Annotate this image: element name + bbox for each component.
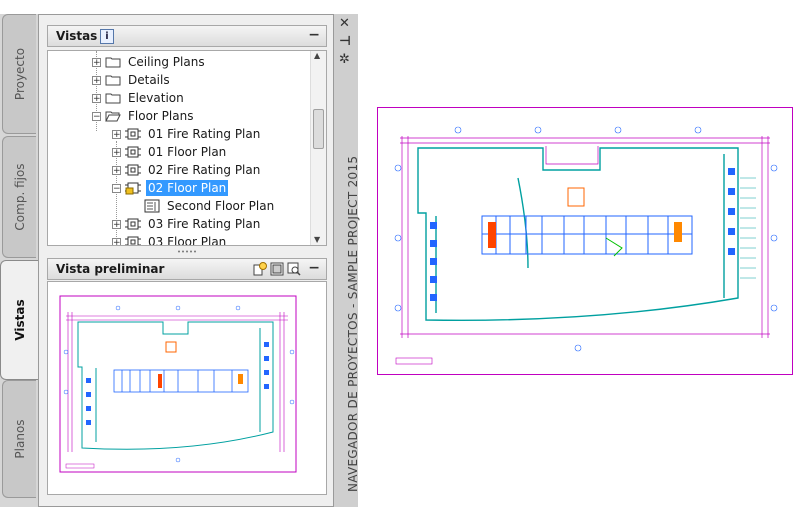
expand-icon[interactable]: + [92, 57, 101, 67]
expand-icon[interactable]: + [112, 237, 121, 245]
tree-node-03-floor-plan[interactable]: + 03 Floor Plan [112, 233, 228, 246]
panel-splitter-handle[interactable] [47, 248, 327, 255]
drawing-sheet[interactable] [377, 107, 793, 375]
tree-node-label: 01 Fire Rating Plan [148, 127, 261, 141]
tree-scrollbar[interactable]: ▲ ▼ [310, 51, 326, 245]
tree-node-02-fire-rating-plan[interactable]: + 02 Fire Rating Plan [112, 161, 262, 179]
collapse-icon[interactable]: − [112, 183, 121, 193]
expand-icon[interactable]: + [112, 219, 121, 229]
tree-node-label-selected: 02 Floor Plan [146, 180, 229, 196]
tab-comp-fijos[interactable]: Comp. fijos [2, 136, 36, 258]
sheet-icon [144, 199, 160, 213]
tab-comp-fijos-label: Comp. fijos [12, 163, 27, 231]
properties-icon[interactable]: ✲ [339, 52, 350, 67]
tree-node-label: Details [128, 73, 170, 87]
view-preview-panel[interactable] [47, 281, 327, 495]
auto-hide-icon[interactable]: ⊣ [339, 34, 351, 49]
tab-planos-label: Planos [12, 419, 27, 459]
views-section-title: Vistas [56, 29, 98, 43]
palette-content: Vistas i − + Ceiling Plans + Details + E [38, 14, 334, 507]
scroll-up-icon[interactable]: ▲ [314, 51, 320, 60]
floor-plan-drawing [394, 126, 778, 365]
folder-icon [105, 57, 121, 68]
tree-node-label: 02 Fire Rating Plan [148, 163, 261, 177]
tab-planos[interactable]: Planos [2, 380, 36, 498]
views-section-header: Vistas i − [47, 25, 327, 47]
close-icon[interactable]: ✕ [339, 16, 350, 31]
preview-zoom-icon[interactable] [287, 262, 301, 276]
floor-plan-view-icon [125, 164, 141, 176]
tab-proyecto-label: Proyecto [12, 47, 27, 101]
info-icon[interactable]: i [100, 29, 114, 44]
views-collapse-button[interactable]: − [308, 27, 320, 43]
tree-node-label: 03 Floor Plan [148, 235, 227, 246]
project-browser-palette: Proyecto Comp. fijos Vistas Planos Vista… [0, 0, 360, 507]
tree-node-03-fire-rating-plan[interactable]: + 03 Fire Rating Plan [112, 215, 262, 233]
expand-icon[interactable]: + [92, 93, 101, 103]
preview-section-title: Vista preliminar [56, 262, 165, 276]
tree-node-ceiling-plans[interactable]: + Ceiling Plans [92, 53, 207, 71]
locked-floor-plan-view-icon [125, 182, 141, 195]
tree-node-label: 01 Floor Plan [148, 145, 227, 159]
tree-node-01-fire-rating-plan[interactable]: + 01 Fire Rating Plan [112, 125, 262, 143]
tree-node-label: 03 Fire Rating Plan [148, 217, 261, 231]
expand-icon[interactable]: + [112, 147, 121, 157]
tree-node-01-floor-plan[interactable]: + 01 Floor Plan [112, 143, 228, 161]
preview-section-header: Vista preliminar − [47, 258, 327, 280]
scroll-down-icon[interactable]: ▼ [314, 235, 320, 244]
tree-node-label: Elevation [128, 91, 184, 105]
tab-vistas-label: Vistas [12, 299, 27, 341]
open-folder-icon [105, 111, 121, 122]
expand-icon[interactable]: + [112, 129, 121, 139]
tree-node-floor-plans[interactable]: − Floor Plans [92, 107, 195, 125]
floor-plan-view-icon [125, 218, 141, 230]
scrollbar-thumb[interactable] [313, 109, 324, 149]
preview-collapse-button[interactable]: − [308, 260, 320, 276]
preview-zoom-fit-icon[interactable] [270, 262, 284, 276]
floor-plan-view-icon [125, 236, 141, 245]
tree-node-label: Floor Plans [128, 109, 194, 123]
tree-node-label: Ceiling Plans [128, 55, 205, 69]
expand-icon[interactable]: + [92, 75, 101, 85]
floor-plan-view-icon [125, 128, 141, 140]
tab-proyecto[interactable]: Proyecto [2, 14, 36, 134]
vertical-tab-strip: Proyecto Comp. fijos Vistas Planos [0, 14, 38, 507]
palette-title-bar[interactable]: ✕ ⊣ ✲ NAVEGADOR DE PROYECTOS - SAMPLE PR… [334, 14, 360, 507]
tab-vistas[interactable]: Vistas [0, 260, 38, 380]
tree-node-02-floor-plan[interactable]: − 02 Floor Plan [112, 179, 229, 197]
tree-node-elevation[interactable]: + Elevation [92, 89, 186, 107]
tree-node-label: Second Floor Plan [167, 199, 275, 213]
views-tree: + Ceiling Plans + Details + Elevation − … [47, 50, 327, 246]
expand-icon[interactable]: + [112, 165, 121, 175]
tree-node-second-floor-plan[interactable]: Second Floor Plan [144, 197, 276, 215]
folder-icon [105, 93, 121, 104]
tree-node-details[interactable]: + Details [92, 71, 172, 89]
preview-refresh-icon[interactable] [253, 262, 267, 276]
folder-icon [105, 75, 121, 86]
floor-plan-view-icon [125, 146, 141, 158]
collapse-icon[interactable]: − [92, 111, 101, 121]
palette-title: NAVEGADOR DE PROYECTOS - SAMPLE PROJECT … [346, 155, 360, 492]
preview-floor-plan-thumbnail [59, 295, 297, 473]
